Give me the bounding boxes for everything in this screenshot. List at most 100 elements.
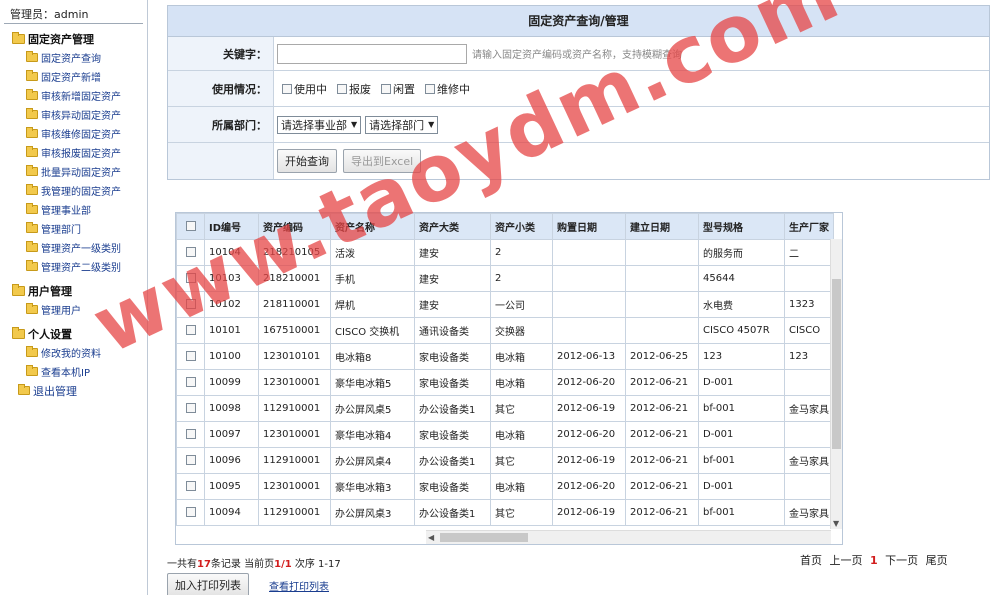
usage-in-use-checkbox[interactable] xyxy=(282,83,292,94)
asset-table-panel: ID编号 资产编码 资产名称 资产大类 资产小类 购置日期 建立日期 型号规格 … xyxy=(175,212,843,545)
chevron-down-icon: ▼ xyxy=(351,120,358,129)
table-row[interactable]: 10096 112910001 办公屏风桌4 办公设备类1 其它 2012-06-19 20… xyxy=(176,447,834,474)
search-button[interactable]: 开始查询 xyxy=(277,149,337,173)
col-name[interactable]: 资产名称 xyxy=(330,213,415,240)
table-cell: 2 xyxy=(490,265,553,292)
table-cell: 电冰箱 xyxy=(490,369,553,396)
sidebar-item-manage-dept[interactable]: 管理部门 xyxy=(0,219,147,238)
folder-icon xyxy=(26,184,38,195)
table-cell: 218210001 xyxy=(258,265,331,292)
sidebar-item-my-assets[interactable]: 我管理的固定资产 xyxy=(0,181,147,200)
table-row[interactable]: 10103 218210001 手机 建安 2 45644 xyxy=(176,265,834,292)
sidebar-item-review-scrap[interactable]: 审核报废固定资产 xyxy=(0,143,147,162)
row-checkbox[interactable] xyxy=(185,351,196,361)
prev-page-link[interactable]: 上一页 xyxy=(830,554,863,567)
scrollbar-thumb[interactable] xyxy=(440,533,528,542)
sidebar-item-review-add[interactable]: 审核新增固定资产 xyxy=(0,86,147,105)
sidebar-item-review-repair[interactable]: 审核维修固定资产 xyxy=(0,124,147,143)
sidebar-item-manage-division[interactable]: 管理事业部 xyxy=(0,200,147,219)
horizontal-scrollbar[interactable]: ◀ xyxy=(426,530,831,544)
scrollbar-thumb[interactable] xyxy=(832,279,841,449)
folder-icon xyxy=(26,303,38,314)
last-page-link[interactable]: 尾页 xyxy=(926,554,948,567)
col-model[interactable]: 型号规格 xyxy=(698,213,785,240)
record-summary: 一共有17条记录 当前页1/1 次序 1-17 xyxy=(167,555,341,570)
usage-scrapped-checkbox[interactable] xyxy=(337,83,347,94)
col-id[interactable]: ID编号 xyxy=(204,213,259,240)
table-cell: 2012-06-21 xyxy=(625,369,699,396)
row-checkbox[interactable] xyxy=(185,507,196,517)
row-checkbox[interactable] xyxy=(185,481,196,491)
add-to-print-button[interactable]: 加入打印列表 xyxy=(167,573,249,595)
table-row[interactable]: 10098 112910001 办公屏风桌5 办公设备类1 其它 2012-06-19 20… xyxy=(176,395,834,422)
table-cell: 2012-06-20 xyxy=(552,421,626,448)
sidebar-item-edit-profile[interactable]: 修改我的资料 xyxy=(0,343,147,362)
table-cell: 10096 xyxy=(204,447,259,474)
sidebar-item-asset-query[interactable]: 固定资产查询 xyxy=(0,48,147,67)
table-cell: 10098 xyxy=(204,395,259,422)
group-user-management[interactable]: 用户管理 xyxy=(0,282,147,300)
table-row[interactable]: 10102 218110001 焊机 建安 一公司 水电费 1323 xyxy=(176,291,834,318)
col-subcategory[interactable]: 资产小类 xyxy=(490,213,553,240)
table-cell: bf-001 xyxy=(698,499,785,526)
table-cell: 2012-06-20 xyxy=(552,473,626,500)
sidebar-item-asset-add[interactable]: 固定资产新增 xyxy=(0,67,147,86)
table-row[interactable]: 10104 218210105 活泼 建安 2 的服务而二 xyxy=(176,239,834,266)
table-row[interactable]: 10097 123010001 豪华电冰箱4 家电设备类 电冰箱 2012-06-20 20… xyxy=(176,421,834,448)
table-row[interactable]: 10099 123010001 豪华电冰箱5 家电设备类 电冰箱 2012-06-20 20… xyxy=(176,369,834,396)
table-cell: 一公司 xyxy=(490,291,553,318)
department-select[interactable]: 请选择部门 ▼ xyxy=(365,115,439,134)
group-asset-management[interactable]: 固定资产管理 xyxy=(0,30,147,48)
sidebar-item-review-change[interactable]: 审核异动固定资产 xyxy=(0,105,147,124)
table-row[interactable]: 10095 123010001 豪华电冰箱3 家电设备类 电冰箱 2012-06-20 20… xyxy=(176,473,834,500)
table-row[interactable]: 10100 123010101 电冰箱8 家电设备类 电冰箱 2012-06-13 2012… xyxy=(176,343,834,370)
row-checkbox[interactable] xyxy=(185,429,196,439)
vertical-scrollbar[interactable]: ▼ xyxy=(830,239,842,529)
table-cell: 123 xyxy=(698,343,785,370)
row-checkbox[interactable] xyxy=(185,299,196,309)
table-cell: 其它 xyxy=(490,499,553,526)
row-checkbox[interactable] xyxy=(185,325,196,335)
col-code[interactable]: 资产编码 xyxy=(258,213,331,240)
usage-idle-checkbox[interactable] xyxy=(381,83,391,94)
sidebar-item-label: 查看本机IP xyxy=(41,368,90,379)
sidebar-item-view-ip[interactable]: 查看本机IP xyxy=(0,362,147,381)
select-all-checkbox[interactable] xyxy=(185,221,196,231)
export-excel-button[interactable]: 导出到Excel xyxy=(343,149,422,173)
form-title: 固定资产查询/管理 xyxy=(168,6,989,37)
table-cell: D-001 xyxy=(698,369,785,396)
col-purchase-date[interactable]: 购置日期 xyxy=(552,213,626,240)
row-checkbox[interactable] xyxy=(185,455,196,465)
col-category[interactable]: 资产大类 xyxy=(414,213,491,240)
table-cell: 112910001 xyxy=(258,395,331,422)
table-cell: 123010001 xyxy=(258,369,331,396)
row-checkbox[interactable] xyxy=(185,273,196,283)
sidebar-item-batch-change[interactable]: 批量异动固定资产 xyxy=(0,162,147,181)
table-row[interactable]: 10101 167510001 CISCO 交换机 通讯设备类 交换器 CISCO 450… xyxy=(176,317,834,344)
group-personal-settings[interactable]: 个人设置 xyxy=(0,325,147,343)
row-checkbox[interactable] xyxy=(185,247,196,257)
scroll-left-icon[interactable]: ◀ xyxy=(428,533,434,542)
scroll-down-icon[interactable]: ▼ xyxy=(833,519,839,528)
sidebar-item-category-1[interactable]: 管理资产一级类别 xyxy=(0,238,147,257)
view-print-list-link[interactable]: 查看打印列表 xyxy=(269,578,329,593)
usage-repair-checkbox[interactable] xyxy=(425,83,435,94)
table-header-row: ID编号 资产编码 资产名称 资产大类 资产小类 购置日期 建立日期 型号规格 … xyxy=(176,213,834,240)
col-created-date[interactable]: 建立日期 xyxy=(625,213,699,240)
table-cell xyxy=(784,265,834,292)
table-row[interactable]: 10094 112910001 办公屏风桌3 办公设备类1 其它 2012-06-19 20… xyxy=(176,499,834,526)
col-manufacturer[interactable]: 生产厂家 xyxy=(784,213,834,240)
sidebar-item-category-2[interactable]: 管理资产二级类别 xyxy=(0,257,147,276)
row-checkbox[interactable] xyxy=(185,377,196,387)
first-page-link[interactable]: 首页 xyxy=(800,554,822,567)
table-cell: 电冰箱 xyxy=(490,473,553,500)
sidebar-item-manage-users[interactable]: 管理用户 xyxy=(0,300,147,319)
query-form: 固定资产查询/管理 关键字： 请输入固定资产编码或资产名称，支持模糊查询 使用情… xyxy=(167,5,990,180)
division-select[interactable]: 请选择事业部 ▼ xyxy=(277,115,362,134)
checkbox-label: 使用中 xyxy=(294,82,327,96)
row-checkbox[interactable] xyxy=(185,403,196,413)
logout-link[interactable]: 退出管理 xyxy=(0,381,147,400)
keyword-input[interactable] xyxy=(277,43,467,64)
table-cell: 豪华电冰箱3 xyxy=(330,473,415,500)
next-page-link[interactable]: 下一页 xyxy=(885,554,918,567)
